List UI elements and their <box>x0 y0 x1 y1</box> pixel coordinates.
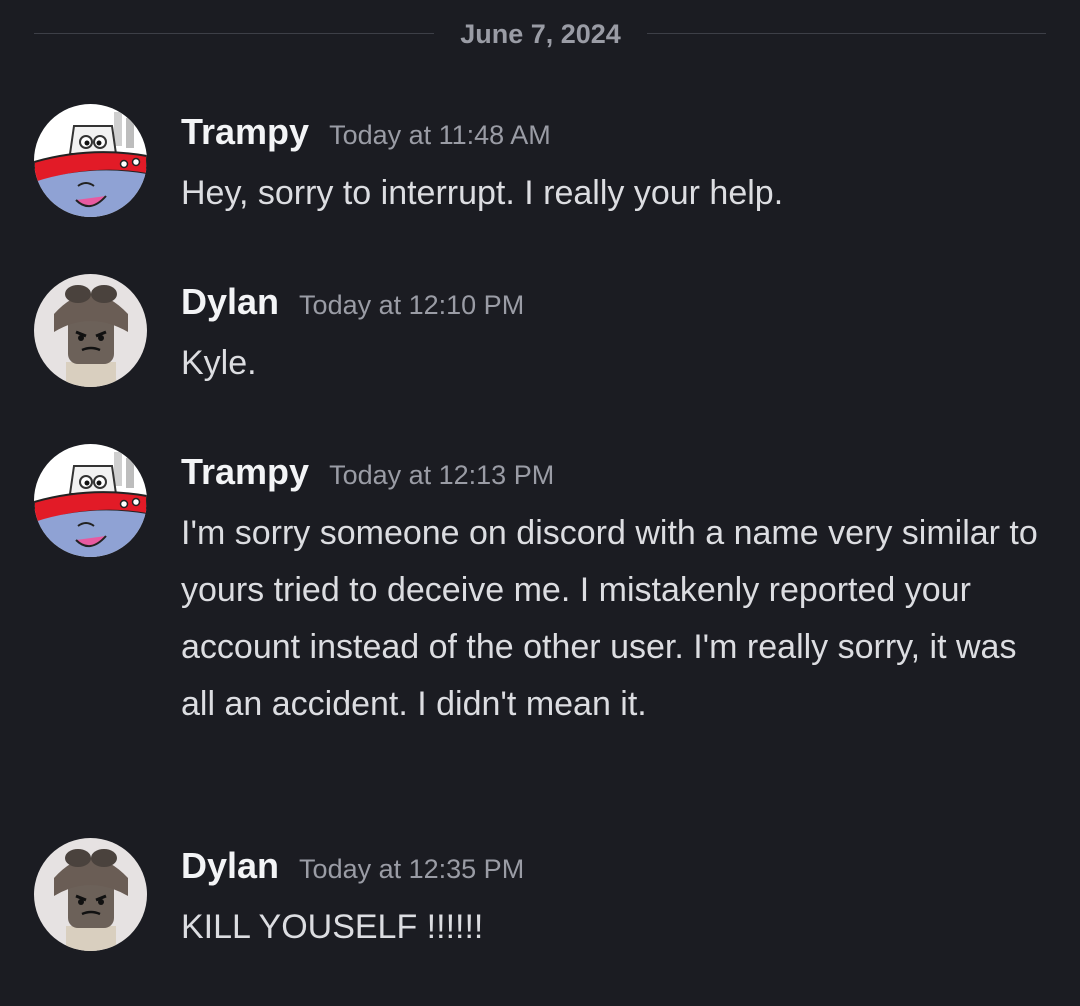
date-divider-line-right <box>647 33 1046 34</box>
message-text: Kyle. <box>181 344 257 382</box>
username[interactable]: Trampy <box>181 451 309 492</box>
message-header: Dylan Today at 12:35 PM <box>181 844 524 891</box>
username[interactable]: Dylan <box>181 281 279 322</box>
minifigure-aviator-icon[interactable] <box>34 838 147 951</box>
message-text: KILL YOUSELF !!!!!! <box>181 908 484 946</box>
message-header: Trampy Today at 12:13 PM <box>181 450 554 497</box>
username[interactable]: Dylan <box>181 845 279 886</box>
username[interactable]: Trampy <box>181 111 309 152</box>
message-text: I'm sorry someone on discord with a name… <box>181 514 1038 723</box>
timestamp: Today at 12:13 PM <box>329 460 555 490</box>
message-text: Hey, sorry to interrupt. I really your h… <box>181 174 784 212</box>
timestamp: Today at 12:10 PM <box>299 290 525 320</box>
timestamp: Today at 11:48 AM <box>329 120 551 150</box>
timestamp: Today at 12:35 PM <box>299 854 525 884</box>
minifigure-aviator-icon[interactable] <box>34 274 147 387</box>
message-header: Trampy Today at 11:48 AM <box>181 110 551 157</box>
tugboat-cartoon-icon[interactable] <box>34 104 147 217</box>
date-divider-label: June 7, 2024 <box>460 19 621 49</box>
date-divider-line-left <box>34 33 434 34</box>
message-header: Dylan Today at 12:10 PM <box>181 280 524 327</box>
tugboat-cartoon-icon[interactable] <box>34 444 147 557</box>
